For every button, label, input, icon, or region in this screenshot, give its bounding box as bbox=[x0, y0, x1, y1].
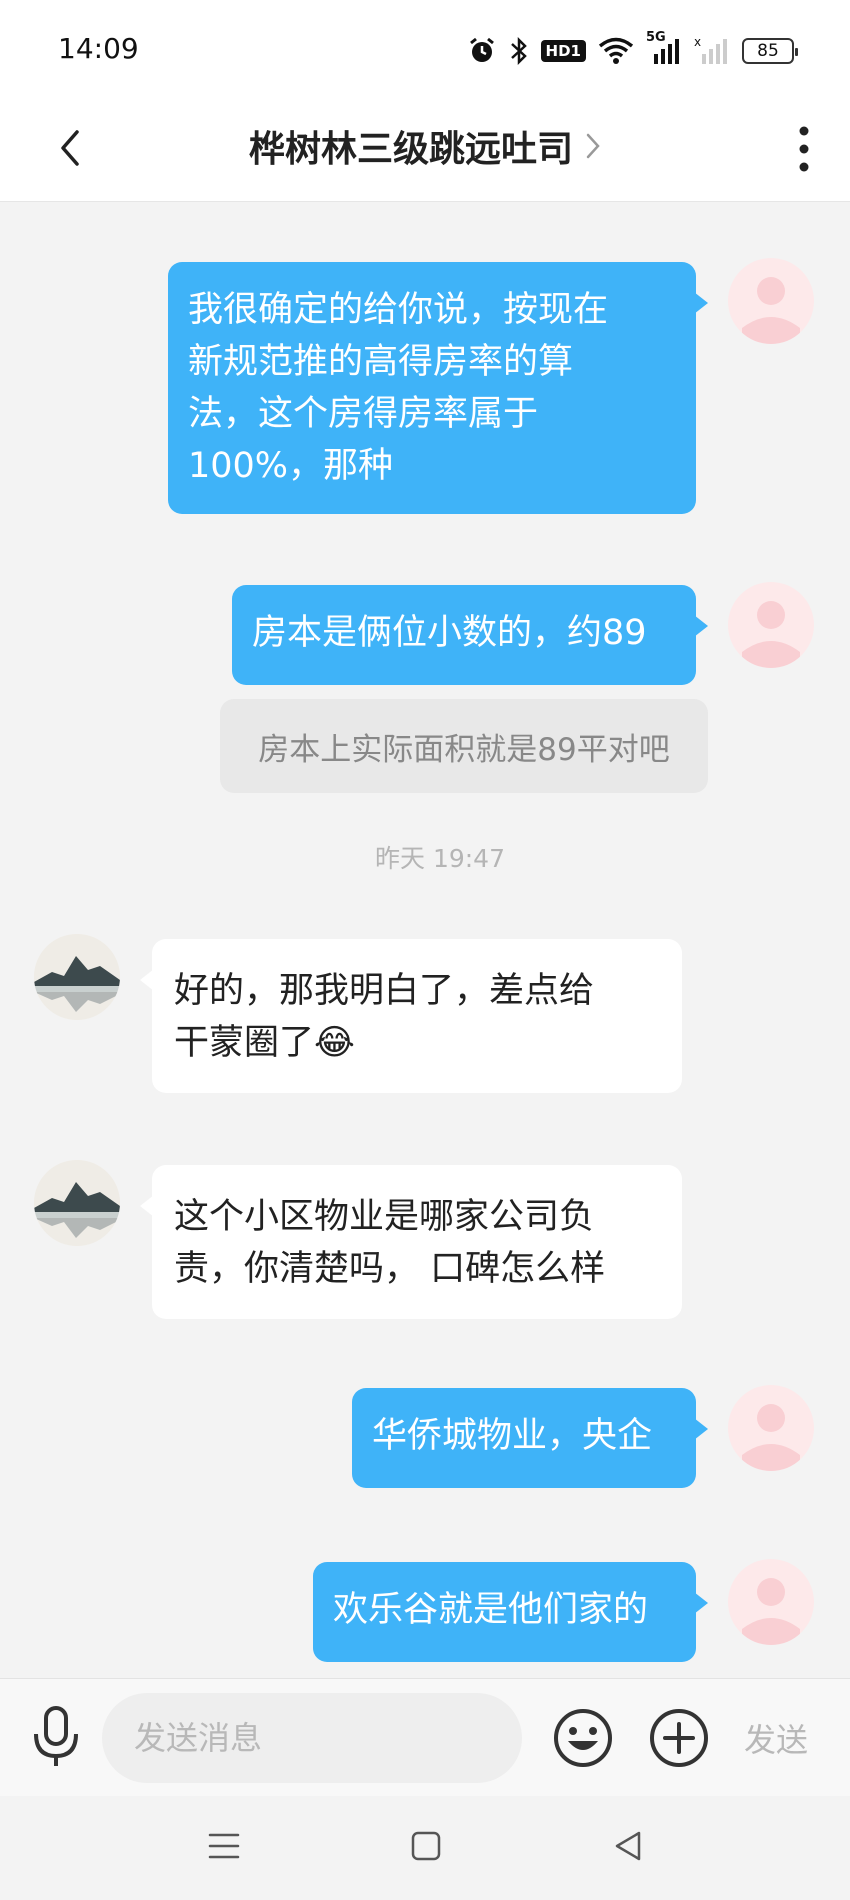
network-label: 5G bbox=[646, 30, 666, 45]
status-icons: HD1 5G x 85 bbox=[467, 30, 798, 68]
message-text-line: 好的，那我明白了，差点给 bbox=[174, 971, 595, 1011]
message-bubble-outgoing[interactable]: 欢乐谷就是他们家的 bbox=[313, 1562, 708, 1662]
message-text-line: 我很确定的给你说，按现在 bbox=[188, 290, 609, 330]
message-input[interactable] bbox=[102, 1693, 522, 1783]
home-square-icon bbox=[409, 1829, 443, 1867]
emoji-icon bbox=[552, 1709, 614, 1773]
system-back-button[interactable] bbox=[606, 1826, 650, 1870]
message-text-line: 责，你清楚吗， 口碑怎么样 bbox=[174, 1249, 606, 1289]
self-avatar[interactable] bbox=[728, 1559, 814, 1645]
hd-badge: HD1 bbox=[540, 34, 586, 68]
peer-avatar[interactable] bbox=[34, 1160, 120, 1246]
message-bubble-outgoing[interactable]: 华侨城物业，央企 bbox=[352, 1388, 708, 1488]
status-bar: 14:09 HD1 5G x 85 bbox=[0, 0, 850, 100]
system-home-button[interactable] bbox=[404, 1826, 448, 1870]
message-text-line: 新规范推的高得房率的算 bbox=[188, 342, 574, 382]
self-avatar[interactable] bbox=[728, 582, 814, 668]
more-menu-button[interactable] bbox=[784, 116, 824, 186]
peer-avatar[interactable] bbox=[34, 934, 120, 1020]
landscape-avatar-icon bbox=[34, 1160, 120, 1246]
user-placeholder-icon bbox=[742, 1578, 800, 1645]
alarm-icon bbox=[467, 34, 497, 68]
user-placeholder-icon bbox=[742, 277, 800, 344]
message-bubble-incoming[interactable]: 这个小区物业是哪家公司负 责，你清楚吗， 口碑怎么样 bbox=[140, 1165, 682, 1319]
signal-weak-icon: x bbox=[694, 34, 730, 68]
system-menu-button[interactable] bbox=[202, 1826, 246, 1870]
message-bubble-incoming[interactable]: 好的，那我明白了，差点给 干蒙圈了😂 bbox=[140, 939, 682, 1093]
chevron-right-icon bbox=[585, 131, 601, 161]
landscape-avatar-icon bbox=[34, 934, 120, 1020]
emoji-button[interactable] bbox=[552, 1707, 614, 1769]
more-vertical-icon bbox=[799, 125, 809, 177]
message-timestamp: 昨天 19:47 bbox=[375, 844, 505, 873]
plus-circle-icon bbox=[648, 1709, 710, 1773]
bluetooth-icon bbox=[509, 34, 529, 68]
battery-level: 85 bbox=[742, 38, 798, 64]
message-text-line: 这个小区物业是哪家公司负 bbox=[174, 1197, 595, 1237]
chat-message-list[interactable]: 我很确定的给你说，按现在 新规范推的高得房率的算 法，这个房得房率属于 100%… bbox=[0, 202, 850, 1678]
status-time: 14:09 bbox=[58, 32, 139, 65]
user-placeholder-icon bbox=[742, 1404, 800, 1471]
message-text: 华侨城物业，央企 bbox=[372, 1416, 653, 1456]
chat-header: 桦树林三级跳远吐司 bbox=[0, 100, 850, 202]
microphone-icon bbox=[30, 1704, 82, 1772]
chat-title: 桦树林三级跳远吐司 bbox=[248, 129, 573, 170]
message-text: 欢乐谷就是他们家的 bbox=[333, 1590, 649, 1630]
message-text-line: 法，这个房得房率属于 bbox=[188, 394, 539, 434]
message-text: 房本是俩位小数的，约89 bbox=[252, 613, 647, 653]
signal-5g-icon: 5G bbox=[646, 30, 682, 68]
wifi-icon bbox=[598, 34, 634, 68]
chat-title-area[interactable]: 桦树林三级跳远吐司 bbox=[0, 120, 850, 172]
more-options-button[interactable] bbox=[648, 1707, 710, 1769]
message-bubble-outgoing[interactable]: 我很确定的给你说，按现在 新规范推的高得房率的算 法，这个房得房率属于 100%… bbox=[168, 262, 708, 514]
send-button[interactable]: 发送 bbox=[744, 1715, 808, 1761]
svg-text:x: x bbox=[694, 36, 701, 49]
battery-icon: 85 bbox=[742, 34, 798, 68]
menu-lines-icon bbox=[207, 1831, 241, 1865]
back-triangle-icon bbox=[611, 1829, 645, 1867]
message-text-line: 干蒙圈了😂 bbox=[174, 1023, 355, 1063]
hd-label: HD1 bbox=[540, 40, 586, 62]
self-avatar[interactable] bbox=[728, 1385, 814, 1471]
message-input-bar: 发送 bbox=[0, 1678, 850, 1796]
voice-input-button[interactable] bbox=[30, 1705, 82, 1771]
message-bubble-outgoing[interactable]: 房本是俩位小数的，约89 bbox=[232, 585, 708, 685]
quoted-message[interactable]: 房本上实际面积就是89平对吧 bbox=[220, 699, 708, 793]
system-nav-bar bbox=[0, 1796, 850, 1900]
self-avatar[interactable] bbox=[728, 258, 814, 344]
user-placeholder-icon bbox=[742, 601, 800, 668]
message-text-line: 100%，那种 bbox=[188, 446, 394, 486]
